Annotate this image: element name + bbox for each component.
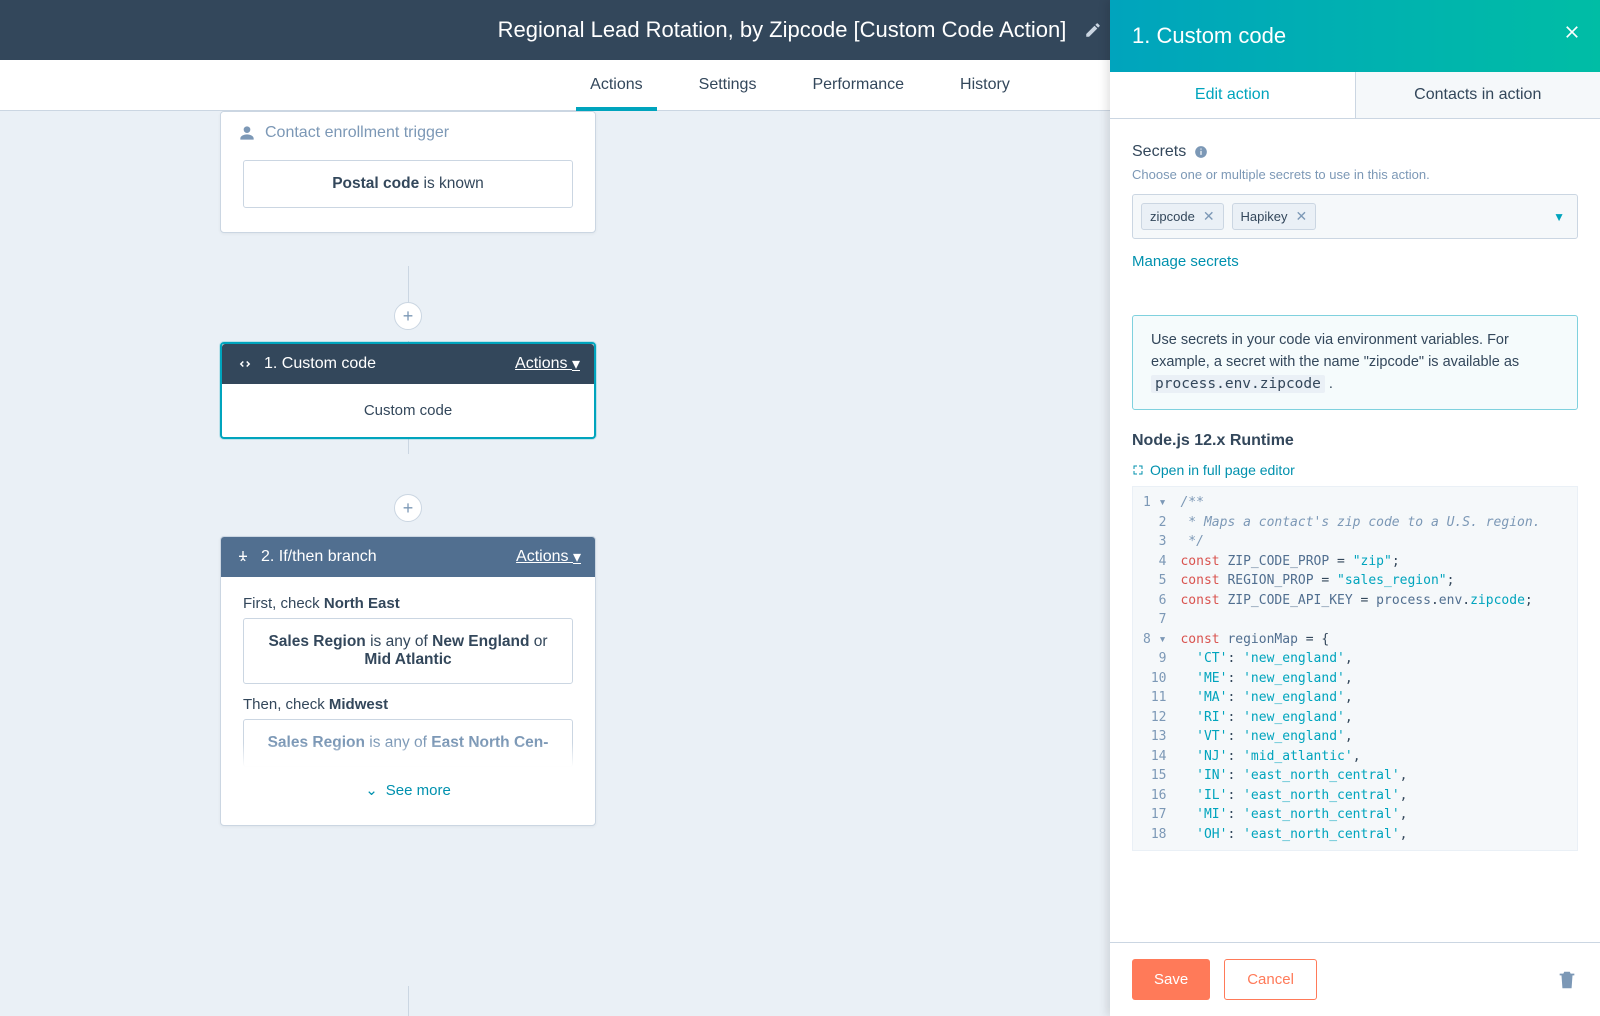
custom-code-title: 1. Custom code: [264, 355, 515, 373]
expand-icon: [1132, 464, 1144, 476]
trash-icon[interactable]: [1556, 969, 1578, 991]
side-panel: 1. Custom code Edit action Contacts in a…: [1110, 0, 1600, 1016]
chevron-down-icon: ⌄: [365, 781, 378, 799]
custom-code-card[interactable]: 1. Custom code Actions ▾ Custom code: [220, 342, 596, 439]
secrets-sublabel: Choose one or multiple secrets to use in…: [1132, 167, 1578, 182]
runtime-label: Node.js 12.x Runtime: [1132, 432, 1578, 450]
panel-footer: Save Cancel: [1110, 942, 1600, 1016]
branch-condition-1: Sales Region is any of New England or Mi…: [243, 618, 573, 684]
tab-history[interactable]: History: [932, 60, 1038, 110]
add-step-button[interactable]: +: [394, 494, 422, 522]
trigger-card[interactable]: Contact enrollment trigger Postal code i…: [220, 111, 596, 233]
remove-tag-icon[interactable]: ✕: [1296, 208, 1308, 225]
tab-actions[interactable]: Actions: [562, 60, 670, 110]
trigger-title: Contact enrollment trigger: [265, 124, 577, 142]
panel-tab-edit[interactable]: Edit action: [1110, 72, 1355, 118]
tab-performance[interactable]: Performance: [784, 60, 932, 110]
branch-check-1: First, check North East: [243, 595, 573, 612]
add-step-button[interactable]: +: [394, 302, 422, 330]
cancel-button[interactable]: Cancel: [1224, 959, 1317, 1000]
remove-tag-icon[interactable]: ✕: [1203, 208, 1215, 225]
panel-tab-contacts[interactable]: Contacts in action: [1355, 72, 1600, 118]
info-icon[interactable]: [1194, 145, 1208, 159]
chevron-down-icon[interactable]: ▼: [1553, 210, 1565, 224]
secret-tag-zipcode: zipcode✕: [1141, 203, 1224, 230]
page-title: Regional Lead Rotation, by Zipcode [Cust…: [498, 17, 1067, 43]
save-button[interactable]: Save: [1132, 959, 1210, 1000]
trigger-condition: Postal code is known: [243, 160, 573, 208]
secrets-label: Secrets: [1132, 143, 1578, 161]
panel-tabs: Edit action Contacts in action: [1110, 72, 1600, 119]
custom-code-body: Custom code: [222, 384, 594, 437]
panel-header: 1. Custom code: [1110, 0, 1600, 72]
card-actions-menu[interactable]: Actions ▾: [516, 547, 581, 567]
see-more-link[interactable]: ⌄See more: [243, 773, 573, 807]
workflow-canvas[interactable]: Contact enrollment trigger Postal code i…: [0, 111, 1110, 1016]
open-full-editor-link[interactable]: Open in full page editor: [1132, 462, 1578, 478]
chevron-down-icon: ▾: [573, 547, 581, 567]
code-editor[interactable]: 1 ▾2 3 4 5 6 7 8 ▾9 10 11 12 13 14 15 16…: [1132, 486, 1578, 851]
secrets-select[interactable]: zipcode✕ Hapikey✕ ▼: [1132, 194, 1578, 239]
branch-title: 2. If/then branch: [261, 548, 516, 566]
secret-tag-hapikey: Hapikey✕: [1232, 203, 1317, 230]
branch-card[interactable]: 2. If/then branch Actions ▾ First, check…: [220, 536, 596, 826]
secrets-hint: Use secrets in your code via environment…: [1132, 315, 1578, 410]
code-icon: [236, 355, 254, 373]
tab-settings[interactable]: Settings: [671, 60, 785, 110]
card-actions-menu[interactable]: Actions ▾: [515, 354, 580, 374]
branch-icon: [235, 549, 251, 565]
manage-secrets-link[interactable]: Manage secrets: [1132, 253, 1239, 270]
edit-icon[interactable]: [1084, 21, 1102, 39]
branch-condition-2: Sales Region is any of East North Cen-: [243, 719, 573, 767]
panel-title: 1. Custom code: [1132, 23, 1286, 49]
close-icon[interactable]: [1562, 22, 1582, 42]
chevron-down-icon: ▾: [572, 354, 580, 374]
branch-check-2: Then, check Midwest: [243, 696, 573, 713]
panel-body: Secrets Choose one or multiple secrets t…: [1110, 119, 1600, 942]
